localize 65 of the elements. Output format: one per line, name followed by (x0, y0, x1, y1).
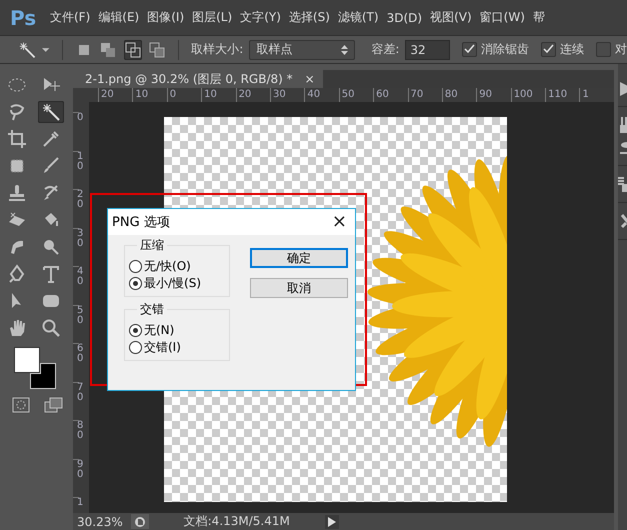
checkbox-label: 消除锯齿 (481, 41, 530, 58)
crop-icon (7, 129, 27, 149)
document-size: 文档:4.13M/5.41M (182, 513, 291, 530)
radio-button[interactable] (129, 324, 142, 337)
foreground-color-swatch[interactable] (14, 347, 40, 373)
menu-item[interactable]: 文件(F) (46, 9, 94, 26)
hand-icon (7, 318, 27, 338)
pen-icon (7, 264, 27, 284)
zoom-level[interactable]: 30.23% (77, 514, 123, 528)
magic-wand-icon[interactable] (18, 40, 36, 60)
horizontal-ruler: 20 10 0 10 20 30 40 50 60 70 80 90 100 110 1 (73, 88, 614, 102)
menu-item[interactable]: 视图(V) (426, 9, 476, 26)
menu-item[interactable]: 滤镜(T) (334, 9, 383, 26)
app-logo: Ps (10, 6, 38, 30)
vertical-ruler: 0 10 20 30 40 50 60 70 80 90 1 (73, 102, 89, 513)
eyedropper-icon (41, 129, 61, 149)
radio-button[interactable] (129, 277, 142, 290)
menu-item[interactable]: 窗口(W) (476, 9, 529, 26)
play-icon[interactable] (324, 514, 339, 528)
menu-item[interactable]: 图像(I) (143, 9, 188, 26)
close-button[interactable]: × (332, 213, 347, 231)
lasso-icon (7, 102, 27, 122)
menu-item[interactable]: 3D(D) (382, 10, 426, 24)
magnifier-icon (41, 237, 61, 257)
dialog-button[interactable]: 取消 (250, 278, 348, 298)
radio-button[interactable] (129, 260, 142, 273)
brush-icon (41, 156, 61, 176)
screen-mode-icon[interactable] (44, 397, 64, 413)
radio-label: 交错(I) (144, 339, 181, 356)
group-title: 交错 (137, 301, 167, 318)
checkbox-label: 对 (615, 41, 627, 58)
caret-icon[interactable] (42, 46, 50, 52)
radio-label: 无(N) (144, 322, 174, 339)
menu-item[interactable]: 图层(L) (188, 9, 236, 26)
menu-item[interactable]: 编辑(E) (94, 9, 144, 26)
overlapping-squares-icon (99, 40, 118, 58)
tolerance-field[interactable]: 32 (405, 40, 450, 60)
updown-icon (341, 44, 348, 54)
selection-mode-button[interactable] (124, 40, 142, 60)
tool-button[interactable] (38, 101, 64, 123)
close-tab-button[interactable]: × (304, 72, 315, 86)
dialog-button[interactable]: 确定 (250, 248, 348, 268)
tolerance-label: 容差: (371, 41, 400, 58)
text-tool-icon (41, 264, 61, 284)
checkbox-label: 连续 (560, 41, 584, 58)
menu-item[interactable]: 帮 (528, 9, 549, 26)
magic-wand-icon (41, 102, 61, 122)
menu-item[interactable]: 文字(Y) (236, 9, 285, 26)
radio-label: 无/快(O) (144, 258, 191, 275)
selection-mode-button[interactable] (148, 40, 166, 60)
menu-item[interactable]: 选择(S) (284, 9, 334, 26)
sample-size-dropdown[interactable]: 取样点 (249, 40, 356, 60)
quick-mask-icon[interactable] (12, 397, 30, 413)
zoom-icon (41, 318, 61, 338)
radio-button[interactable] (129, 341, 142, 354)
dialog-title: PNG 选项 (112, 214, 170, 231)
checkbox[interactable] (541, 42, 556, 57)
overlapping-squares-icon (124, 40, 142, 58)
sample-size-label: 取样大小: (191, 41, 244, 58)
document-tab[interactable]: 2-1.png @ 30.2% (图层 0, RGB/8) * × (73, 70, 323, 88)
stamp-icon (7, 183, 27, 203)
radio-label: 最小/慢(S) (144, 275, 202, 292)
checkbox[interactable] (462, 42, 478, 57)
checkbox[interactable] (596, 42, 612, 57)
overlapping-squares-icon (148, 40, 166, 58)
